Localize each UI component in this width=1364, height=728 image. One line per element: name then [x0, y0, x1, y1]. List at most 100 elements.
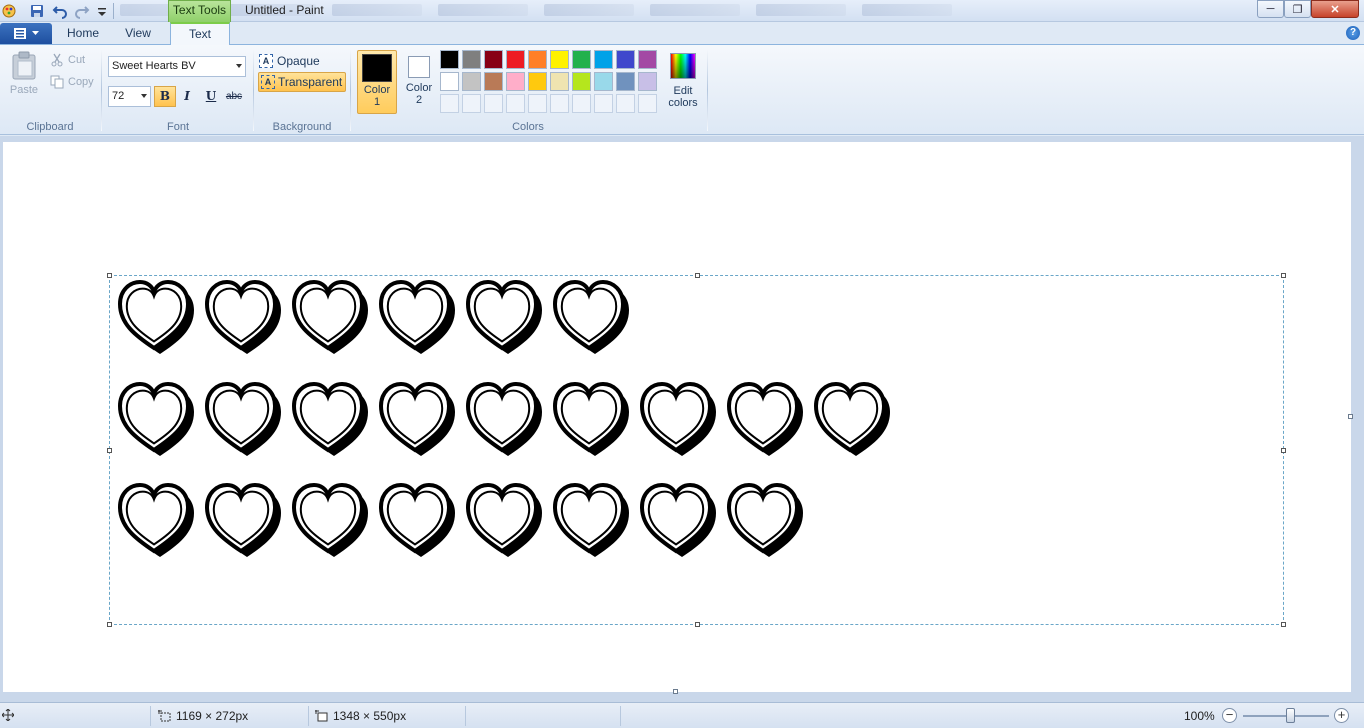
color-palette — [440, 50, 662, 116]
tab-text[interactable]: Text — [170, 22, 230, 46]
palette-swatch[interactable] — [484, 72, 503, 91]
close-button[interactable]: ✕ — [1311, 0, 1359, 18]
palette-swatch[interactable] — [572, 50, 591, 69]
canvas-resize-handle[interactable] — [1348, 414, 1353, 419]
text-line-3 — [116, 481, 809, 561]
color2-label: Color — [405, 82, 433, 94]
move-cursor-icon — [2, 709, 14, 721]
font-size-dropdown[interactable]: 72 — [108, 86, 151, 107]
zoom-level: 100% — [1184, 709, 1215, 723]
zoom-out-button[interactable]: − — [1222, 708, 1237, 723]
font-family-dropdown[interactable]: Sweet Hearts BV — [108, 56, 246, 77]
text-line-2 — [116, 380, 896, 460]
custom-color-slot[interactable] — [528, 94, 547, 113]
heart-letter-glyph — [464, 278, 548, 358]
transparent-button[interactable]: A Transparent — [258, 72, 346, 92]
resize-handle[interactable] — [107, 622, 112, 627]
save-icon[interactable] — [28, 2, 46, 20]
custom-color-slot[interactable] — [572, 94, 591, 113]
copy-button[interactable]: Copy — [50, 73, 94, 91]
redo-icon[interactable] — [73, 2, 91, 20]
custom-color-slot[interactable] — [506, 94, 525, 113]
title-bar: Text Tools Untitled - Paint ─ ❐ ✕ — [0, 0, 1364, 22]
color1-label: Color — [363, 84, 391, 96]
help-icon[interactable]: ? — [1346, 26, 1360, 40]
transparent-label: Transparent — [278, 75, 343, 89]
opaque-button[interactable]: A Opaque — [259, 52, 320, 70]
zoom-in-button[interactable]: + — [1334, 708, 1349, 723]
custom-color-slot[interactable] — [440, 94, 459, 113]
resize-handle[interactable] — [1281, 622, 1286, 627]
palette-swatch[interactable] — [484, 50, 503, 69]
menu-icon — [13, 27, 26, 39]
text-selection-box[interactable] — [107, 273, 1286, 627]
cut-label: Cut — [68, 54, 86, 66]
zoom-slider-thumb[interactable] — [1286, 708, 1295, 723]
resize-handle[interactable] — [1281, 273, 1286, 278]
palette-swatch[interactable] — [594, 72, 613, 91]
palette-swatch[interactable] — [528, 50, 547, 69]
palette-swatch[interactable] — [462, 50, 481, 69]
palette-swatch[interactable] — [638, 50, 657, 69]
heart-letter-glyph — [464, 380, 548, 460]
status-bar: 1169 × 272px 1348 × 550px 100% − + — [0, 702, 1364, 728]
heart-letter-glyph — [551, 380, 635, 460]
bold-button[interactable]: B — [154, 86, 176, 107]
resize-handle[interactable] — [107, 448, 112, 453]
undo-icon[interactable] — [51, 2, 69, 20]
palette-swatch[interactable] — [616, 50, 635, 69]
transparent-icon: A — [261, 75, 275, 89]
italic-button[interactable]: I — [176, 86, 198, 107]
color2-button[interactable]: Color 2 — [399, 50, 439, 114]
paste-button[interactable]: Paste — [6, 51, 42, 103]
clipboard-group-label: Clipboard — [26, 121, 74, 133]
opaque-icon: A — [259, 54, 273, 68]
edit-colors-button[interactable]: Edit colors — [666, 51, 700, 115]
minimize-button[interactable]: ─ — [1257, 0, 1284, 18]
paint-menu-button[interactable] — [0, 23, 52, 44]
resize-handle[interactable] — [107, 273, 112, 278]
cut-button[interactable]: Cut — [50, 51, 85, 69]
custom-color-slot[interactable] — [594, 94, 613, 113]
tab-home[interactable]: Home — [60, 22, 106, 45]
palette-swatch[interactable] — [616, 72, 635, 91]
chevron-down-icon — [236, 64, 242, 68]
custom-color-slot[interactable] — [462, 94, 481, 113]
heart-letter-glyph — [290, 278, 374, 358]
palette-swatch[interactable] — [550, 72, 569, 91]
palette-swatch[interactable] — [550, 50, 569, 69]
restore-button[interactable]: ❐ — [1284, 0, 1311, 18]
palette-swatch[interactable] — [506, 50, 525, 69]
custom-color-slot[interactable] — [638, 94, 657, 113]
palette-swatch[interactable] — [528, 72, 547, 91]
custom-color-slot[interactable] — [484, 94, 503, 113]
palette-swatch[interactable] — [440, 72, 459, 91]
custom-color-slot[interactable] — [616, 94, 635, 113]
status-divider — [620, 706, 621, 726]
canvas-resize-handle[interactable] — [673, 689, 678, 694]
resize-handle[interactable] — [695, 622, 700, 627]
copy-icon — [50, 75, 64, 89]
customize-quick-access-icon[interactable] — [93, 2, 111, 20]
palette-swatch[interactable] — [440, 50, 459, 69]
selection-size-text: 1169 × 272px — [176, 709, 249, 723]
resize-handle[interactable] — [695, 273, 700, 278]
palette-swatch[interactable] — [506, 72, 525, 91]
palette-swatch[interactable] — [462, 72, 481, 91]
heart-letter-glyph — [551, 481, 635, 561]
paint-app-icon[interactable] — [0, 2, 18, 20]
resize-handle[interactable] — [1281, 448, 1286, 453]
palette-swatch[interactable] — [572, 72, 591, 91]
palette-swatch[interactable] — [594, 50, 613, 69]
custom-color-slot[interactable] — [550, 94, 569, 113]
quick-access-separator — [113, 3, 114, 19]
color2-swatch — [408, 56, 430, 78]
tab-view[interactable]: View — [118, 22, 158, 45]
color1-button[interactable]: Color 1 — [357, 50, 397, 114]
palette-swatch[interactable] — [638, 72, 657, 91]
drawing-canvas[interactable] — [3, 142, 1351, 692]
heart-letter-glyph — [290, 481, 374, 561]
underline-button[interactable]: U — [200, 86, 222, 107]
strikethrough-button[interactable]: abc — [223, 86, 245, 107]
heart-letter-glyph — [638, 380, 722, 460]
